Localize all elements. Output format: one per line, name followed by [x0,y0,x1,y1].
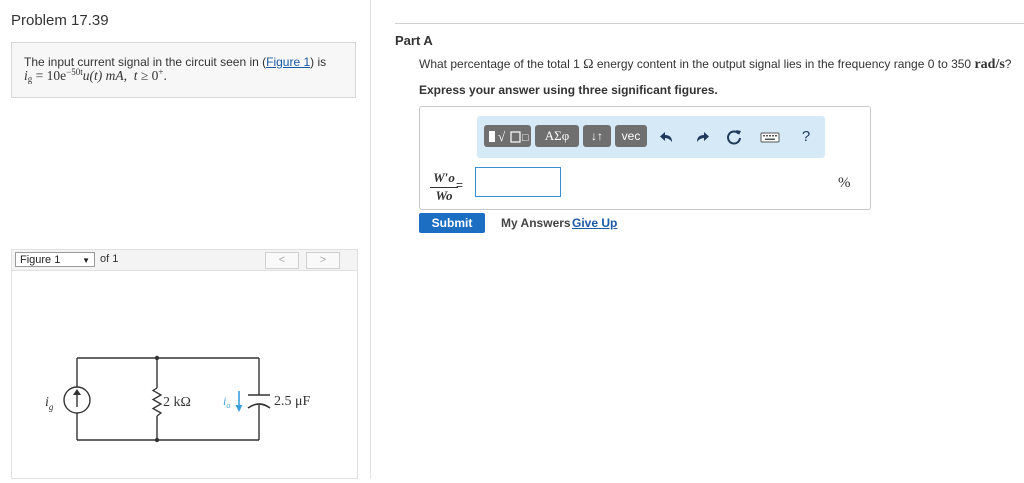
figure-link[interactable]: Figure 1 [266,55,310,69]
current-arrow-icon [235,391,243,412]
help-button[interactable]: ? [795,126,817,148]
equals-sign: = [456,178,464,192]
capacitor-label: 2.5 μF [274,394,311,409]
instruction-text: Express your answer using three signific… [419,83,718,97]
answer-input[interactable] [475,167,561,197]
part-title: Part A [395,33,433,48]
submit-button[interactable]: Submit [419,213,485,233]
divider [395,23,1024,24]
svg-text:√: √ [498,129,506,144]
question-text: What percentage of the total 1 Ω energy … [419,57,1012,72]
next-figure-button[interactable]: > [306,252,340,269]
templates-button[interactable]: √ □ [484,125,531,147]
resistor-label: 2 kΩ [163,395,191,410]
redo-icon[interactable] [690,126,712,148]
input-equation: ig = 10e−50tu(t) mA, t ≥ 0+. [24,67,167,84]
undo-icon[interactable] [657,126,679,148]
arrows-button[interactable]: ↓↑ [583,125,611,147]
source-label: ig [45,395,54,412]
problem-panel: Problem 17.39 The input current signal i… [0,0,371,479]
reset-icon[interactable] [723,126,745,148]
templates-icon: √ □ [489,129,529,144]
intro-text-end: ) is [310,55,327,69]
up-down-arrows-icon: ↓↑ [591,129,603,143]
resistor [151,387,163,417]
prev-figure-button[interactable]: < [265,252,299,269]
current-source [63,386,91,414]
circuit-diagram: ig 2 kΩ io 2.5 μF [45,355,311,443]
vector-button[interactable]: vec [615,125,647,147]
answer-panel: Part A What percentage of the total 1 Ω … [371,0,1024,479]
dropdown-caret-icon: ▼ [82,256,90,265]
problem-title: Problem 17.39 [11,12,109,29]
figure-select[interactable]: Figure 1 ▼ [15,252,95,267]
give-up-link[interactable]: Give Up [572,216,617,230]
greek-symbols-button[interactable]: ΑΣφ [535,125,579,147]
svg-text:□: □ [522,132,529,144]
answer-label: W′o Wo [430,170,458,204]
intro-text: The input current signal in the circuit … [24,55,267,69]
keyboard-icon[interactable] [759,126,781,148]
problem-statement: The input current signal in the circuit … [11,42,356,98]
figure-navigation: Figure 1 ▼ of 1 < > [11,249,358,271]
figure-panel: ig 2 kΩ io 2.5 μF [11,271,358,479]
output-current-label: io [223,394,230,410]
figure-count: of 1 [100,253,119,265]
math-toolbar: √ □ ΑΣφ ↓↑ vec ? [477,116,825,158]
answer-box: √ □ ΑΣφ ↓↑ vec ? W′o Wo = % [419,106,871,210]
unit-label: % [838,175,851,191]
my-answers-link[interactable]: My Answers [501,216,571,230]
